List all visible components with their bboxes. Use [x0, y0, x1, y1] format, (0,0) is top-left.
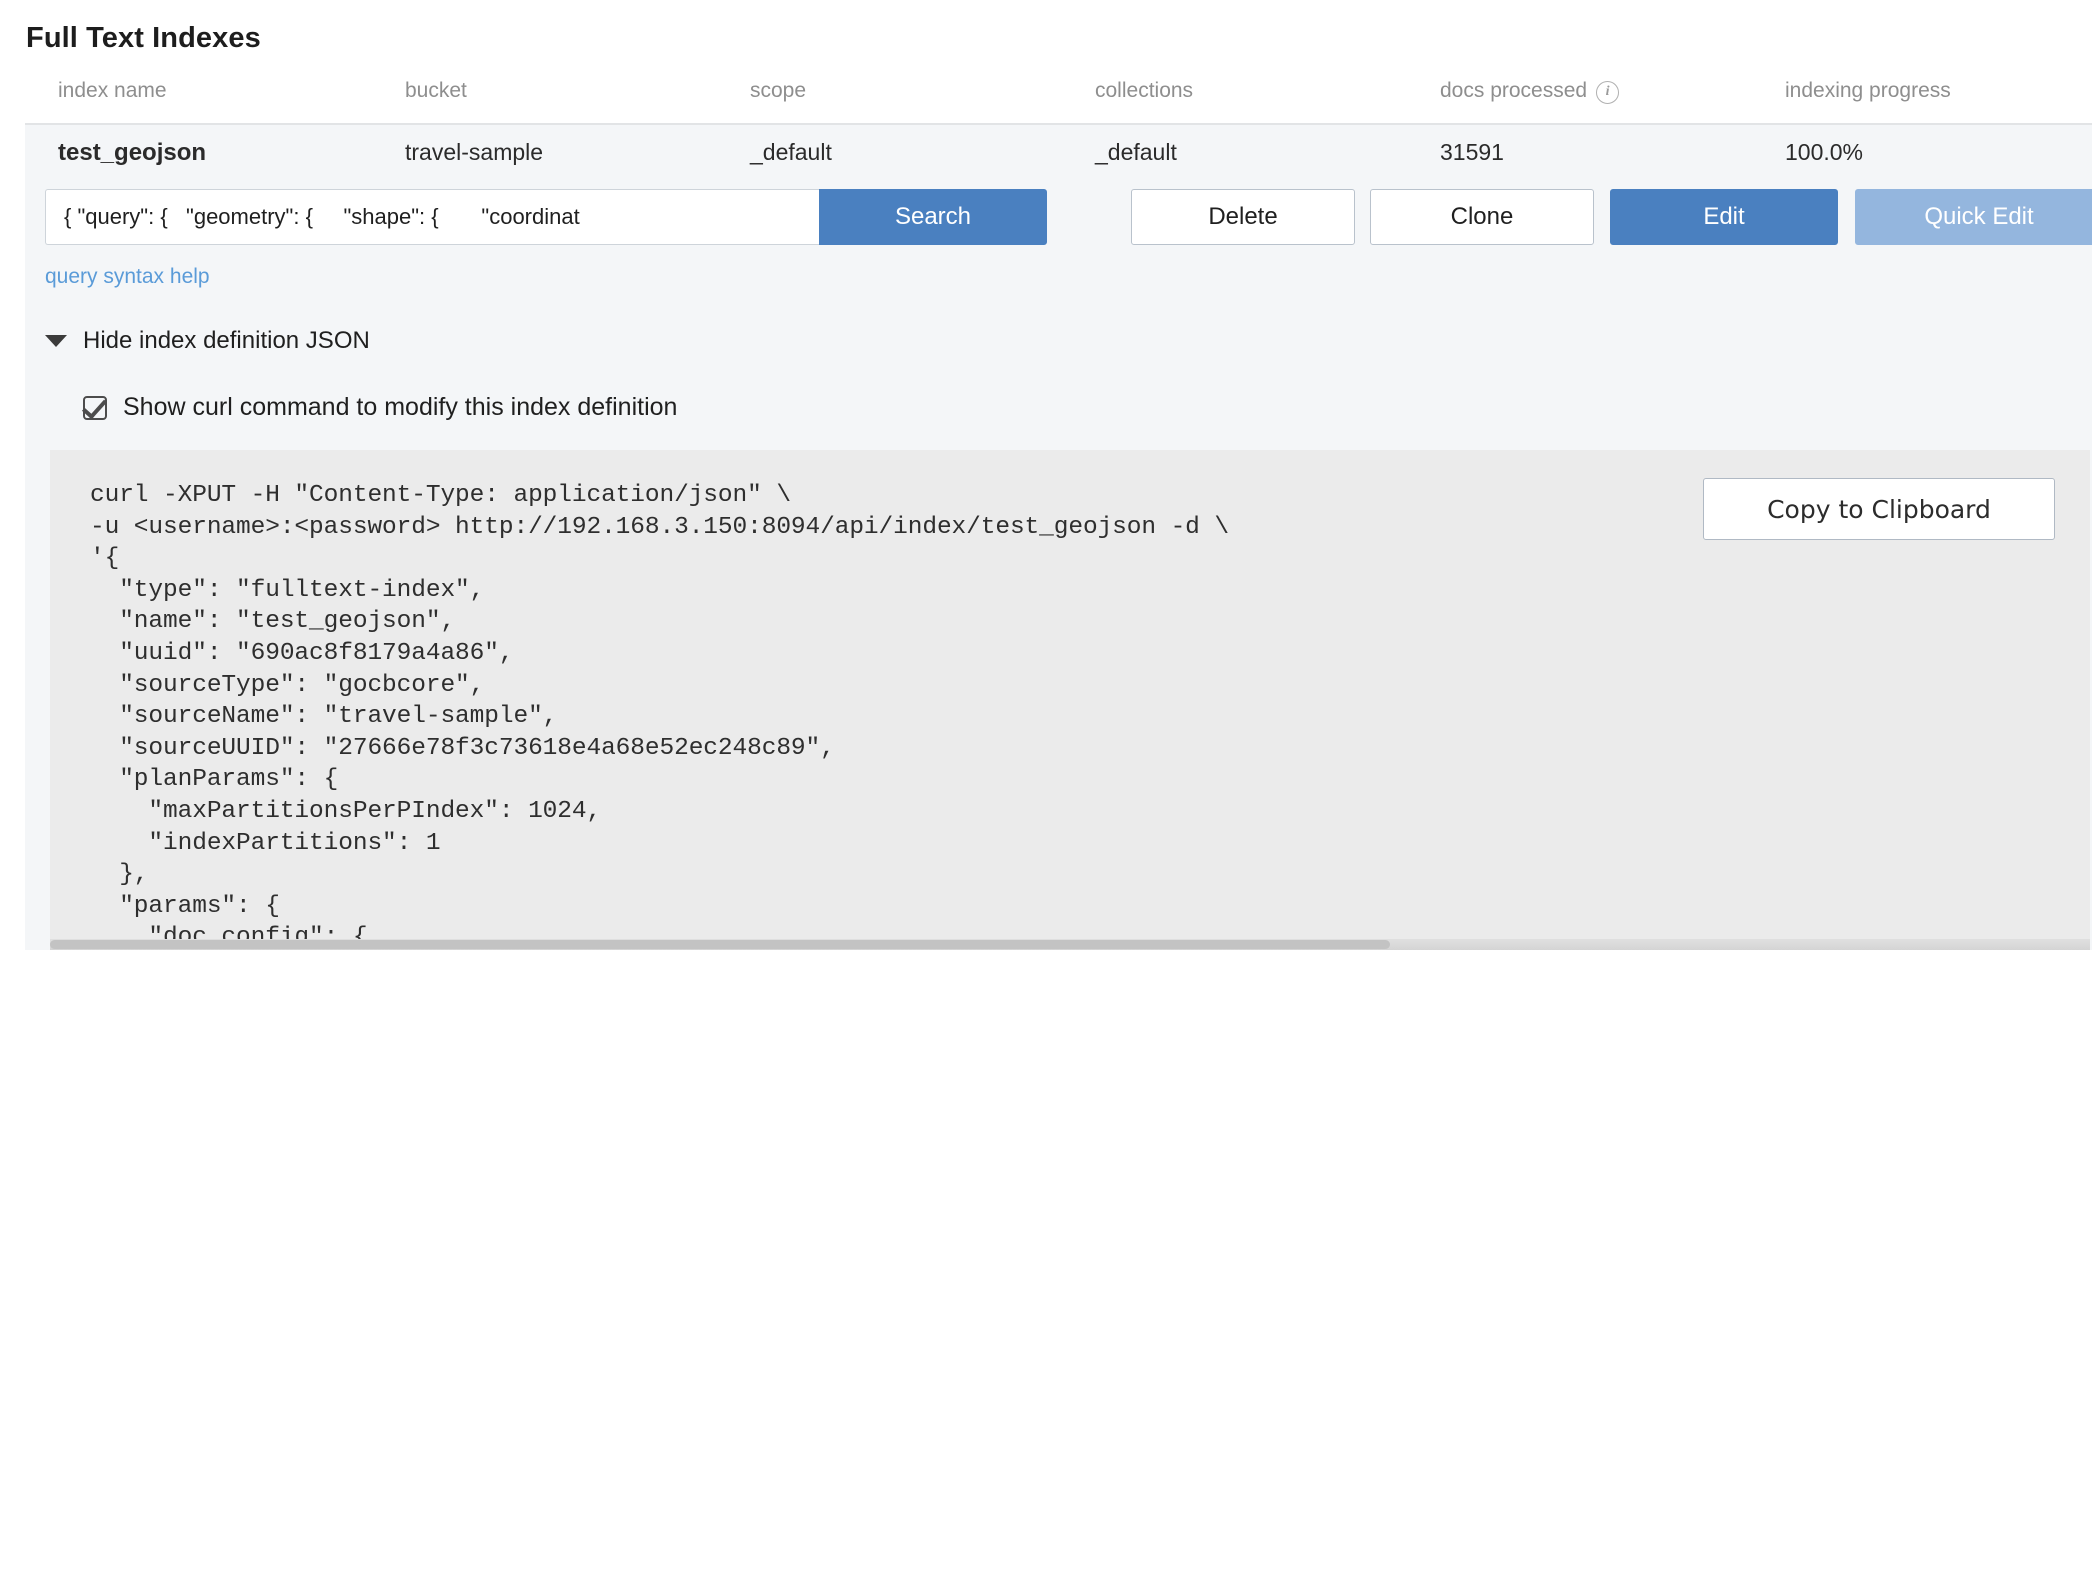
cell-indexing-progress: 100.0% — [1785, 139, 1864, 165]
curl-command-code-block: curl -XPUT -H "Content-Type: application… — [50, 450, 2090, 950]
cell-collections: _default — [1095, 139, 1177, 165]
fts-index-table: index name bucket scope collections docs… — [0, 79, 2092, 950]
hide-index-definition-toggle[interactable]: Hide index definition JSON — [45, 327, 370, 355]
column-header-indexing-progress: indexing progress — [1785, 79, 1951, 102]
column-header-docs-processed: docs processed i — [1440, 79, 1620, 104]
checkbox-checked-icon[interactable] — [83, 395, 107, 420]
search-input[interactable] — [45, 189, 819, 245]
edit-button[interactable]: Edit — [1610, 189, 1838, 245]
page-title: Full Text Indexes — [26, 22, 261, 54]
column-header-docs-processed-label: docs processed — [1440, 79, 1588, 102]
delete-button[interactable]: Delete — [1131, 189, 1355, 245]
table-header-row: index name bucket scope collections docs… — [0, 79, 2092, 123]
column-header-scope: scope — [750, 79, 807, 102]
cell-docs-processed: 31591 — [1440, 139, 1504, 165]
table-row[interactable]: test_geojson travel-sample _default _def… — [25, 125, 2092, 187]
hide-index-definition-label: Hide index definition JSON — [83, 327, 370, 354]
quick-edit-button[interactable]: Quick Edit — [1855, 189, 2092, 245]
search-group: Search — [45, 189, 1047, 245]
column-header-collections: collections — [1095, 79, 1194, 102]
cell-bucket: travel-sample — [405, 139, 544, 165]
column-header-bucket: bucket — [405, 79, 467, 102]
column-header-index-name: index name — [58, 79, 167, 102]
index-action-bar: Search Delete Clone Edit Quick Edit — [25, 189, 2092, 251]
caret-down-icon — [45, 335, 67, 347]
code-scrollbar-thumb[interactable] — [50, 940, 1390, 949]
code-horizontal-scrollbar[interactable] — [50, 939, 2090, 950]
cell-index-name: test_geojson — [58, 139, 207, 166]
copy-to-clipboard-button[interactable]: Copy to Clipboard — [1703, 478, 2055, 540]
info-icon[interactable]: i — [1596, 81, 1620, 104]
show-curl-command-label: Show curl command to modify this index d… — [123, 393, 678, 421]
clone-button[interactable]: Clone — [1370, 189, 1594, 245]
show-curl-command-checkbox-row[interactable]: Show curl command to modify this index d… — [83, 393, 677, 422]
cell-scope: _default — [750, 139, 832, 165]
index-row-panel: test_geojson travel-sample _default _def… — [25, 123, 2092, 950]
search-button[interactable]: Search — [819, 189, 1047, 245]
query-syntax-help-link[interactable]: query syntax help — [45, 265, 210, 289]
